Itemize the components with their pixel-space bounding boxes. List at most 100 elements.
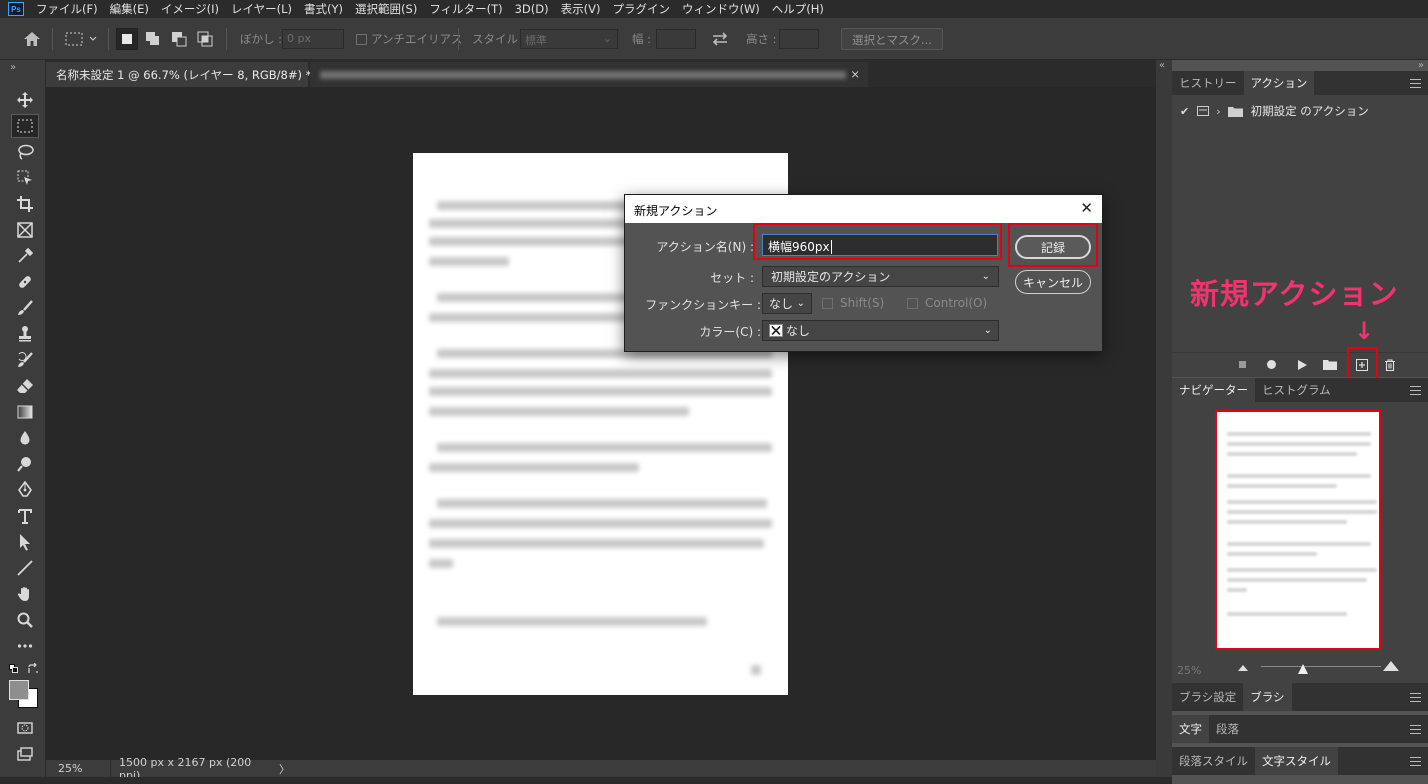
tab-history[interactable]: ヒストリー: [1172, 71, 1244, 95]
home-icon[interactable]: [22, 30, 42, 48]
eraser-tool-icon[interactable]: [11, 374, 39, 398]
menu-view[interactable]: 表示(V): [561, 1, 601, 17]
shift-checkbox[interactable]: Shift(S): [822, 296, 884, 310]
menu-select[interactable]: 選択範囲(S): [355, 1, 417, 17]
function-key-select[interactable]: なし ⌄: [762, 293, 812, 314]
navigator-zoom[interactable]: 25%: [1177, 664, 1201, 677]
tab-character[interactable]: 文字: [1172, 715, 1209, 743]
panel-menu-icon[interactable]: [1410, 79, 1421, 88]
tab-histogram[interactable]: ヒストグラム: [1255, 378, 1338, 402]
tab-brush[interactable]: ブラシ: [1243, 683, 1292, 711]
menu-type[interactable]: 書式(Y): [304, 1, 343, 17]
zoom-tool-icon[interactable]: [11, 608, 39, 632]
gradient-tool-icon[interactable]: [11, 400, 39, 424]
panel-menu-icon[interactable]: [1410, 693, 1421, 702]
canvas-area[interactable]: [46, 87, 1156, 760]
tab-close-icon[interactable]: ×: [850, 67, 860, 81]
more-tools-icon[interactable]: [11, 634, 39, 658]
zoom-slider-thumb[interactable]: [1298, 664, 1308, 674]
tab-paragraph[interactable]: 段落: [1209, 715, 1246, 743]
menu-file[interactable]: ファイル(F): [36, 1, 98, 17]
intersect-selection-icon[interactable]: [195, 29, 215, 49]
healing-brush-icon[interactable]: [11, 270, 39, 294]
menu-help[interactable]: ヘルプ(H): [772, 1, 824, 17]
zoom-level[interactable]: 25%: [58, 762, 94, 775]
panel-menu-icon[interactable]: [1410, 757, 1421, 766]
tab-brush-settings[interactable]: ブラシ設定: [1172, 683, 1243, 711]
stop-icon[interactable]: [1239, 361, 1246, 368]
tab-paragraph-styles[interactable]: 段落スタイル: [1172, 747, 1255, 775]
menu-image[interactable]: イメージ(I): [161, 1, 219, 17]
new-set-folder-icon[interactable]: [1323, 360, 1337, 370]
history-brush-icon[interactable]: [11, 348, 39, 372]
swap-colors-icon[interactable]: [27, 663, 39, 675]
move-tool-icon[interactable]: [11, 88, 39, 112]
eyedropper-tool-icon[interactable]: [11, 244, 39, 268]
select-and-mask-button[interactable]: 選択とマスク...: [841, 28, 943, 50]
color-select[interactable]: なし ⌄: [762, 320, 999, 341]
action-set-row[interactable]: ✔ › 初期設定 のアクション: [1172, 99, 1428, 123]
blur-tool-icon[interactable]: [11, 426, 39, 450]
chevron-right-icon[interactable]: ›: [1216, 105, 1220, 118]
tab-document-1[interactable]: 名称未設定 1 @ 66.7% (レイヤー 8, RGB/8#) * ×: [46, 62, 329, 87]
object-select-tool-icon[interactable]: [11, 166, 39, 190]
add-selection-icon[interactable]: [143, 29, 163, 49]
status-menu-icon[interactable]: 〉: [279, 761, 290, 777]
shift-checkbox-box[interactable]: [822, 297, 833, 309]
collapse-toolbar-icon[interactable]: »: [10, 62, 16, 73]
style-select[interactable]: 標準 ⌄: [520, 29, 618, 49]
menu-filter[interactable]: フィルター(T): [429, 1, 502, 17]
tab-actions[interactable]: アクション: [1243, 71, 1315, 95]
menu-3d[interactable]: 3D(D): [515, 2, 549, 16]
feather-input[interactable]: 0 px: [282, 29, 344, 49]
type-tool-icon[interactable]: [11, 504, 39, 528]
width-input[interactable]: [656, 29, 696, 49]
record-icon[interactable]: [1267, 360, 1276, 369]
swap-icon[interactable]: [710, 30, 730, 48]
panel-menu-icon[interactable]: [1410, 725, 1421, 734]
panel-menu-icon[interactable]: [1410, 386, 1421, 395]
stamp-tool-icon[interactable]: [11, 322, 39, 346]
menu-plugins[interactable]: プラグイン: [612, 1, 670, 17]
antialias-checkbox[interactable]: [356, 34, 367, 45]
new-selection-icon[interactable]: [116, 28, 138, 50]
tab-character-styles[interactable]: 文字スタイル: [1255, 747, 1338, 775]
crop-tool-icon[interactable]: [11, 192, 39, 216]
checkmark-icon[interactable]: ✔: [1180, 105, 1189, 118]
zoom-slider-track[interactable]: [1261, 666, 1381, 667]
navigator-preview[interactable]: [1215, 410, 1381, 650]
default-colors-icon[interactable]: [9, 664, 19, 674]
screen-mode-icon[interactable]: [11, 742, 39, 766]
lasso-tool-icon[interactable]: [11, 140, 39, 164]
brush-tool-icon[interactable]: [11, 296, 39, 320]
marquee-tool-icon[interactable]: [11, 114, 39, 138]
height-input[interactable]: [779, 29, 819, 49]
trash-icon[interactable]: [1384, 359, 1396, 371]
cancel-button[interactable]: キャンセル: [1015, 270, 1091, 294]
dialog-toggle-icon[interactable]: [1197, 106, 1210, 116]
subtract-selection-icon[interactable]: [169, 29, 189, 49]
dodge-tool-icon[interactable]: [11, 452, 39, 476]
set-select[interactable]: 初期設定のアクション ⌄: [762, 266, 999, 287]
hand-tool-icon[interactable]: [11, 582, 39, 606]
pen-tool-icon[interactable]: [11, 478, 39, 502]
tab-navigator[interactable]: ナビゲーター: [1172, 378, 1255, 402]
zoom-out-icon[interactable]: [1238, 663, 1248, 671]
close-icon[interactable]: ✕: [1080, 199, 1093, 217]
expand-panels-icon[interactable]: »: [1418, 60, 1424, 71]
play-icon[interactable]: [1298, 360, 1307, 370]
quick-mask-icon[interactable]: [11, 716, 39, 740]
foreground-color-swatch[interactable]: [9, 680, 29, 700]
menu-edit[interactable]: 編集(E): [110, 1, 149, 17]
menu-layer[interactable]: レイヤー(L): [231, 1, 292, 17]
collapse-panels-icon[interactable]: «: [1159, 60, 1165, 71]
line-tool-icon[interactable]: [11, 556, 39, 580]
control-checkbox[interactable]: Control(O): [907, 296, 987, 310]
tab-document-2[interactable]: ×: [310, 62, 868, 87]
control-checkbox-box[interactable]: [907, 297, 918, 309]
menu-window[interactable]: ウィンドウ(W): [682, 1, 760, 17]
marquee-preset-icon[interactable]: [64, 31, 100, 47]
frame-tool-icon[interactable]: [11, 218, 39, 242]
path-select-tool-icon[interactable]: [11, 530, 39, 554]
zoom-in-icon[interactable]: [1383, 660, 1399, 671]
